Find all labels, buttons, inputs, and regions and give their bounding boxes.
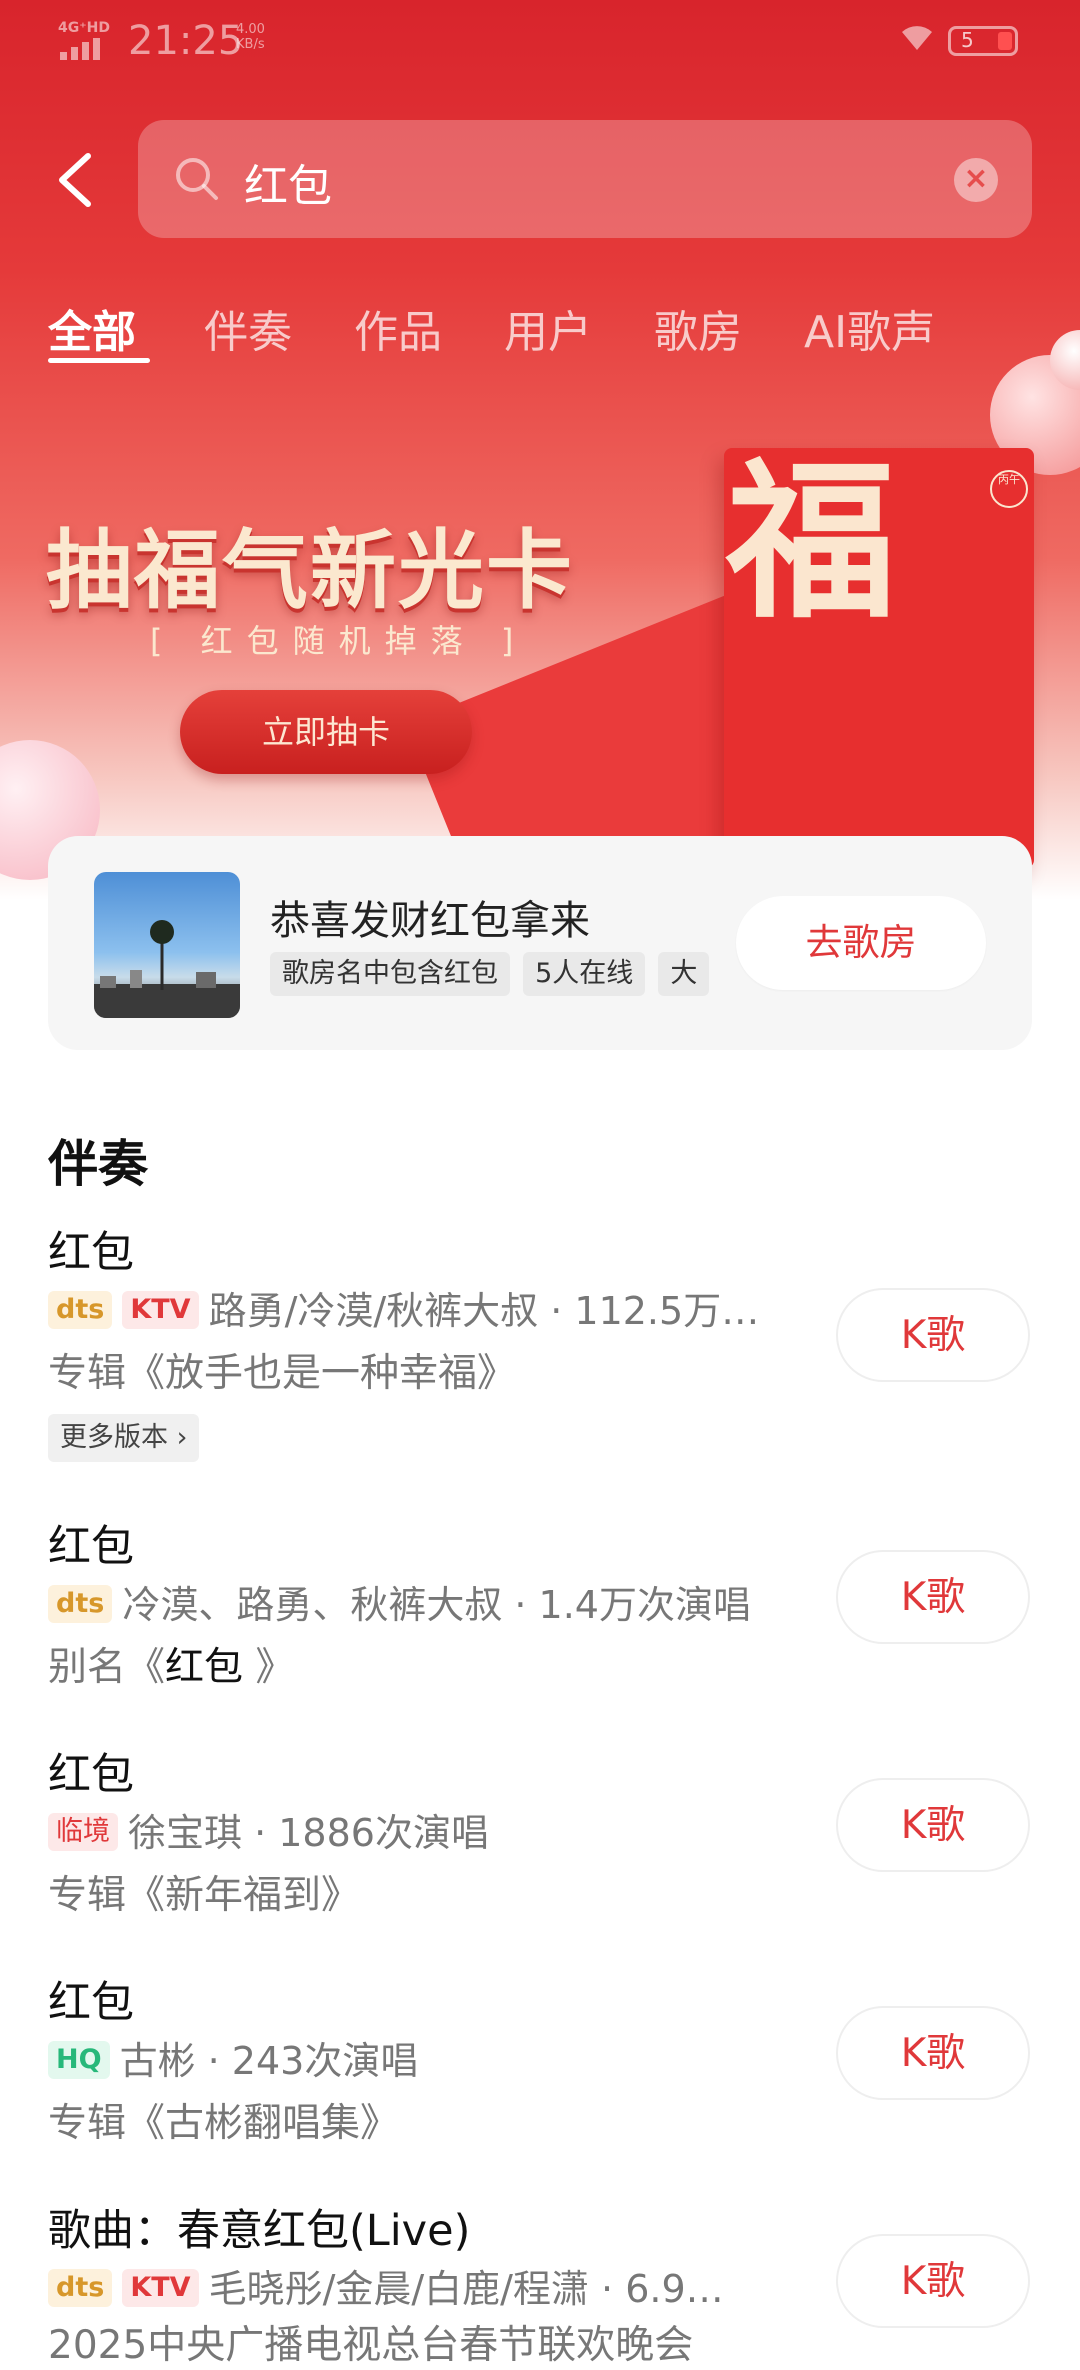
status-bar: 4G⁺HD 21:25 4.00 KB/s 5 (0, 0, 1080, 80)
dts-badge: dts (48, 1585, 113, 1623)
active-tab-indicator (48, 358, 150, 363)
tab-users[interactable]: 用户 (504, 296, 592, 360)
song-meta: 临境 徐宝琪 · 1886次演唱 (48, 1802, 808, 1854)
song-title: 红包 (48, 1228, 134, 1278)
song-artist-count: 冷漠、路勇、秋裤大叔 · 1.4万次演唱 (122, 1583, 751, 1626)
battery-icon: 5 (948, 26, 1018, 56)
song-title: 歌曲：春意红包(Live) (48, 2206, 471, 2256)
go-to-room-button[interactable]: 去歌房 (736, 896, 986, 990)
banner-title[interactable]: 抽福气新光卡 (46, 500, 574, 625)
room-title: 恭喜发财红包拿来 (270, 898, 590, 944)
room-tag: 歌房名中包含红包 (270, 952, 510, 996)
back-arrow-icon[interactable] (52, 148, 112, 212)
ktv-badge: KTV (122, 1291, 199, 1329)
envelope-fu-char: 福 (726, 442, 897, 642)
section-title-accompaniment: 伴奏 (48, 1135, 148, 1193)
alias-highlight: 红包 (165, 1645, 244, 1690)
tab-works[interactable]: 作品 (354, 296, 442, 360)
battery-fill (998, 32, 1012, 50)
song-meta: HQ 古彬 · 243次演唱 (48, 2030, 808, 2082)
sing-button[interactable]: K歌 (836, 2006, 1030, 2100)
status-time: 21:25 (128, 18, 244, 64)
room-tag: 5人在线 (523, 952, 646, 996)
tab-accompaniment[interactable]: 伴奏 (204, 296, 292, 360)
sing-button[interactable]: K歌 (836, 1778, 1030, 1872)
dts-badge: dts (48, 2269, 113, 2307)
signal-icon (60, 38, 106, 60)
song-album: 专辑《新年福到》 (48, 1873, 361, 1918)
sing-button[interactable]: K歌 (836, 1288, 1030, 1382)
search-query[interactable]: 红包 (244, 150, 332, 214)
tab-all[interactable]: 全部 (48, 296, 136, 360)
sing-button[interactable]: K歌 (836, 2234, 1030, 2328)
song-album: 专辑《古彬翻唱集》 (48, 2101, 400, 2146)
envelope-seal: 丙午 (990, 470, 1028, 508)
more-versions-button[interactable]: 更多版本 › (48, 1414, 200, 1462)
network-type: 4G⁺HD (58, 20, 110, 36)
song-meta: dts KTV 路勇/冷漠/秋裤大叔 · 112.5万… (48, 1280, 808, 1332)
wifi-icon (900, 22, 934, 60)
room-thumbnail (94, 872, 240, 1018)
song-title: 红包 (48, 1522, 134, 1572)
song-artist-count: 徐宝琪 · 1886次演唱 (128, 1811, 489, 1854)
song-alias: 别名《红包 》 (48, 1645, 295, 1690)
tab-rooms[interactable]: 歌房 (654, 296, 742, 360)
tab-ai-voice[interactable]: AI歌声 (804, 296, 935, 360)
room-card[interactable]: 恭喜发财红包拿来 歌房名中包含红包 5人在线 大 去歌房 (48, 836, 1032, 1050)
clear-icon[interactable]: × (954, 158, 998, 202)
song-artist-count: 路勇/冷漠/秋裤大叔 · 112.5万… (208, 1289, 760, 1332)
banner-subtitle: [ 红包随机掉落 ] (150, 622, 528, 660)
song-artist-count: 毛晓彤/金晨/白鹿/程潇 · 6.9… (208, 2267, 724, 2310)
search-icon (174, 156, 220, 202)
ktv-badge: KTV (122, 2269, 199, 2307)
song-album: 专辑《放手也是一种幸福》 (48, 1351, 517, 1396)
song-meta: dts KTV 毛晓彤/金晨/白鹿/程潇 · 6.9… (48, 2258, 808, 2310)
dts-badge: dts (48, 1291, 113, 1329)
draw-card-button[interactable]: 立即抽卡 (180, 690, 472, 774)
hq-badge: HQ (48, 2041, 110, 2079)
room-tag: 大 (658, 952, 710, 996)
search-input[interactable]: 红包 × (138, 120, 1032, 238)
song-artist-count: 古彬 · 243次演唱 (119, 2039, 419, 2082)
song-meta: dts 冷漠、路勇、秋裤大叔 · 1.4万次演唱 (48, 1574, 808, 1626)
song-title: 红包 (48, 1750, 134, 1800)
song-album: 2025中央广播电视总台春节联欢晚会 (48, 2323, 694, 2368)
room-tags: 歌房名中包含红包 5人在线 大 (270, 952, 756, 996)
song-title: 红包 (48, 1978, 134, 2028)
search-tabs: 全部 伴奏 作品 用户 歌房 AI歌声 (0, 296, 1080, 376)
sing-button[interactable]: K歌 (836, 1550, 1030, 1644)
battery-level: 5 (961, 28, 974, 52)
network-speed: 4.00 KB/s (236, 22, 265, 52)
immersive-badge: 临境 (48, 1813, 118, 1851)
